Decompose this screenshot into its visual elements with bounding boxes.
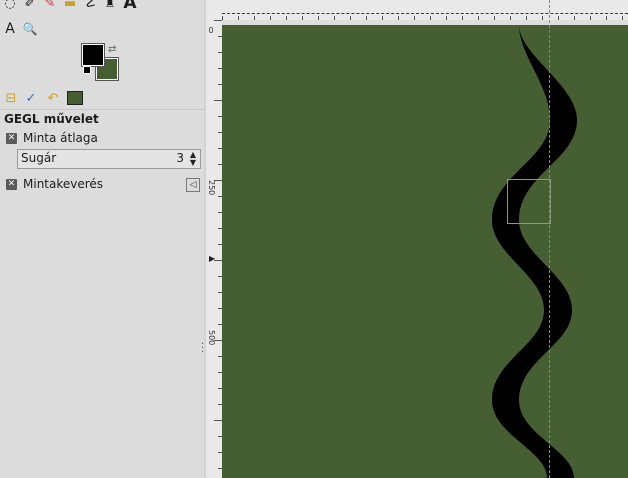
ruler-tick (214, 180, 222, 181)
brush-icon[interactable]: ✐ (20, 0, 40, 12)
ruler-tick (214, 260, 222, 261)
lasso-icon[interactable]: ◌ (0, 0, 20, 12)
zoom-icon[interactable]: 🔍 (20, 20, 40, 38)
text-tool-icon[interactable]: A (120, 0, 140, 13)
radius-spinbutton[interactable]: Sugár 3 ▲ ▼ (17, 149, 201, 169)
undo-history-tab[interactable]: ↶ (44, 90, 62, 106)
horizontal-guide (222, 13, 628, 14)
black-wave-path (492, 25, 577, 478)
device-status-tab[interactable]: ✓ (22, 90, 40, 106)
ink-icon[interactable]: ♜ (100, 0, 120, 12)
foreground-color-swatch[interactable] (81, 43, 105, 67)
swap-colors-icon[interactable]: ⇄ (108, 44, 116, 55)
eraser-icon[interactable]: ▬ (60, 0, 80, 12)
splitter-grip-icon[interactable]: · · · (201, 340, 204, 358)
divider (0, 109, 204, 110)
vertical-ruler[interactable]: 0 250 500 ▶ (206, 20, 223, 478)
measure-icon[interactable]: A (0, 20, 20, 38)
dock-tabs: ⊟ ✓ ↶ ◁ (0, 88, 204, 192)
ruler-label-250: 250 (207, 180, 216, 196)
tool-options-tab[interactable]: ⊟ (2, 90, 20, 106)
section-title: GEGL művelet (4, 112, 99, 126)
checkbox-checked-icon[interactable]: ✕ (6, 178, 17, 190)
horizontal-ruler[interactable] (206, 0, 628, 21)
ruler-tick (214, 340, 222, 341)
collapse-icon[interactable]: ✕ (6, 132, 17, 144)
sample-merged-label: Mintakeverés (23, 177, 104, 191)
smudge-icon[interactable]: ☡ (80, 0, 100, 12)
images-tab[interactable] (66, 90, 84, 106)
sample-average-toggle[interactable]: ✕ Minta átlaga (6, 131, 98, 145)
sample-average-label: Minta átlaga (23, 131, 98, 145)
radius-value[interactable]: 3 (176, 151, 184, 165)
pencil-icon[interactable]: ✎ (40, 0, 60, 12)
wave-stroke (492, 25, 577, 478)
image-canvas[interactable] (222, 25, 628, 478)
sample-merged-checkbox[interactable]: ✕ Mintakeverés (6, 177, 103, 191)
tool-row-2: A 🔍 (0, 20, 40, 38)
toolbox-panel: ◌ ✐ ✎ ▬ ☡ ♜ A A 🔍 ⇄ ⊟ ✓ ↶ ◁ GEGL művelet… (0, 0, 204, 478)
ruler-tick (214, 20, 222, 21)
vertical-guide (549, 0, 550, 478)
ruler-position-marker: ▶ (209, 254, 216, 263)
color-swatches: ⇄ (81, 43, 122, 81)
panel-menu-icon[interactable]: ◁ (186, 178, 200, 192)
brush-outline (507, 179, 551, 224)
ruler-tick (214, 100, 222, 101)
ruler-label-500: 500 (207, 330, 216, 346)
ruler-tick (214, 420, 222, 421)
spin-arrows-icon[interactable]: ▲ ▼ (187, 151, 199, 167)
ruler-label-0: 0 (208, 26, 214, 35)
tool-row-1: ◌ ✐ ✎ ▬ ☡ ♜ A (0, 0, 140, 13)
radius-label: Sugár (21, 151, 57, 165)
reset-colors-icon[interactable] (83, 66, 91, 74)
